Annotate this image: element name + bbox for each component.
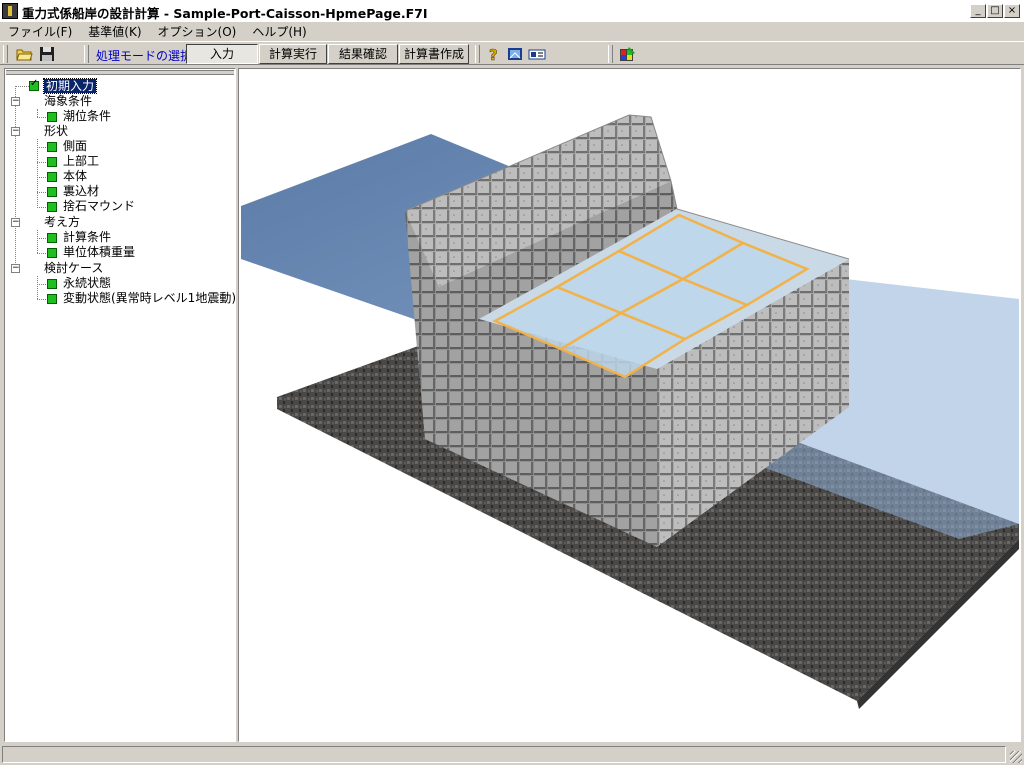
tree-item-calc-conditions[interactable]: 計算条件 [63,230,111,245]
tree-check[interactable] [47,157,57,167]
menu-help[interactable]: ヘルプ(H) [244,23,314,40]
input-tree-pane[interactable] [4,68,236,742]
tree-line [37,207,46,208]
tree-line [37,147,46,148]
toolbar: 処理モードの選択 入力 計算実行 結果確認 計算書作成 ? [0,41,1024,65]
tree-line [37,299,46,300]
tree-item-persistent[interactable]: 永続状態 [63,276,111,291]
tree-check[interactable] [47,233,57,243]
tree-item-variable-seismic[interactable]: 変動状態(異常時レベル1地震動) [63,291,236,306]
tree-line [37,162,46,163]
menu-file[interactable]: ファイル(F) [0,23,80,40]
tree-item-unit-weight[interactable]: 単位体積重量 [63,245,135,260]
tree-collapse-toggle[interactable]: − [11,127,20,136]
toolbar-grip-2[interactable] [84,45,89,63]
tree-line [15,86,29,87]
tree-group-study-cases[interactable]: 検討ケース [44,261,103,276]
tree-line [37,192,46,193]
palette-icon[interactable] [618,45,636,63]
tree-line [37,117,46,118]
menu-standard-values[interactable]: 基準値(K) [80,23,149,40]
tree-header-bar [6,70,234,75]
close-button[interactable]: × [1004,4,1020,18]
tree-item-superstructure[interactable]: 上部工 [63,154,99,169]
svg-text:?: ? [489,46,498,63]
mode-select-label: 処理モードの選択 [96,49,193,63]
tree-check[interactable] [29,78,39,91]
caisson-3d-render[interactable] [239,69,1020,741]
toolbar-grip-3[interactable] [475,45,480,63]
tree-line [37,109,38,117]
3d-model-view[interactable] [238,68,1021,742]
book-icon[interactable] [506,45,524,63]
tree-collapse-toggle[interactable]: − [11,97,20,106]
tree-check[interactable] [47,142,57,152]
menu-bar: ファイル(F) 基準値(K) オプション(O) ヘルプ(H) [0,22,1024,40]
tree-item-tide-level[interactable]: 潮位条件 [63,109,111,124]
toolbar-grip-4[interactable] [608,45,613,63]
mode-report-button[interactable]: 計算書作成 [399,44,469,64]
tree-check[interactable] [47,112,57,122]
tree-check[interactable] [47,202,57,212]
save-disk-icon[interactable] [38,45,56,63]
tree-collapse-toggle[interactable]: − [11,264,20,273]
resize-grip-icon[interactable] [1010,751,1022,763]
tree-line [37,177,46,178]
tree-check[interactable] [47,187,57,197]
mode-results-button[interactable]: 結果確認 [328,44,398,64]
menu-options[interactable]: オプション(O) [150,23,245,40]
window-title: 重力式係船岸の設計計算 - Sample-Port-Caisson-HpmePa… [22,6,428,21]
tree-check[interactable] [47,294,57,304]
tree-group-approach[interactable]: 考え方 [44,215,80,230]
tree-line [37,284,46,285]
tree-collapse-toggle[interactable]: − [11,218,20,227]
maximize-button[interactable]: □ [987,4,1003,18]
tree-line [37,238,46,239]
title-bar: 重力式係船岸の設計計算 - Sample-Port-Caisson-HpmePa… [0,0,1024,22]
app-icon[interactable] [2,3,18,19]
tree-group-sea-conditions[interactable]: 海象条件 [44,94,92,109]
tree-group-shape[interactable]: 形状 [44,124,68,139]
tree-item-side[interactable]: 側面 [63,139,87,154]
tree-node-label: 初期入力 [42,78,98,94]
card-icon[interactable] [528,45,546,63]
help-icon[interactable]: ? [485,45,503,65]
mode-input-button[interactable]: 入力 [186,44,258,64]
tree-line [37,276,38,299]
tree-check[interactable] [47,279,57,289]
status-panel [2,746,1006,763]
minimize-button[interactable]: _ [970,4,986,18]
status-bar [0,744,1024,765]
tree-check[interactable] [47,172,57,182]
tree-line [15,88,16,271]
mode-calculate-button[interactable]: 計算実行 [259,44,327,64]
toolbar-grip[interactable] [3,45,8,63]
tree-line [37,253,46,254]
tree-line [37,230,38,253]
tree-line [37,139,38,208]
open-folder-icon[interactable] [16,45,34,63]
tree-item-body[interactable]: 本体 [63,169,87,184]
tree-item-backfill[interactable]: 裏込材 [63,184,99,199]
tree-item-rubble-mound[interactable]: 捨石マウンド [63,199,135,214]
tree-node-initial-input[interactable]: 初期入力 [42,78,98,94]
tree-check[interactable] [47,248,57,258]
